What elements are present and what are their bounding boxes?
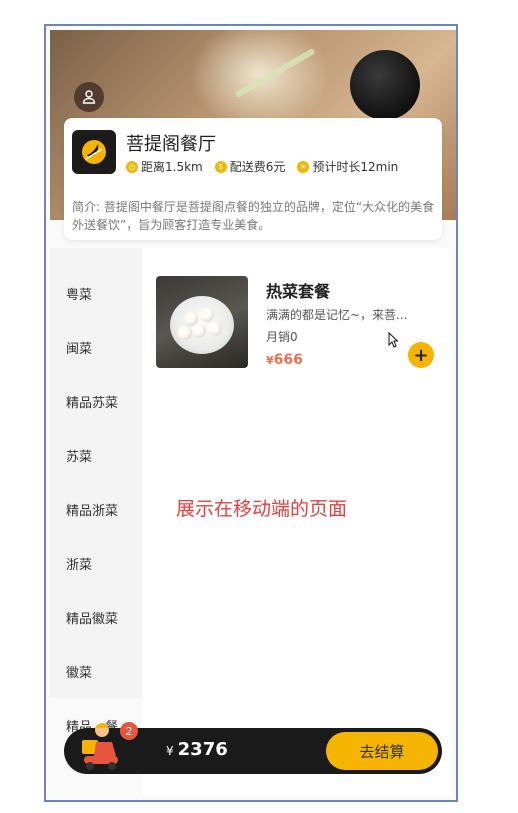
user-icon[interactable] — [74, 82, 104, 112]
eta-info: ➤ 预计时长12min — [297, 158, 398, 175]
mouse-pointer-icon — [388, 332, 398, 348]
dish-price: ¥666 — [266, 352, 303, 368]
distance-label: 距离1.5km — [141, 160, 203, 174]
dish-description: 满满的都是记忆~，来菩... — [266, 308, 408, 322]
dish-sales: 月销0 — [266, 330, 298, 344]
navigation-icon: ➤ — [297, 160, 310, 173]
shop-meta: ◷ 距离1.5km $ 配送费6元 ➤ 预计时长12min — [126, 158, 398, 175]
sidebar-item-jingpin-sucai[interactable]: 精品苏菜 — [66, 392, 118, 411]
sidebar-item-yuecai[interactable]: 粤菜 — [66, 284, 92, 303]
dish-image[interactable] — [156, 276, 248, 368]
total-currency: ¥ — [166, 744, 174, 758]
money-bag-icon: $ — [214, 160, 227, 173]
category-sidebar: 粤菜 闽菜 精品苏菜 苏菜 精品浙菜 浙菜 精品徽菜 徽菜 精品…餐 — [50, 248, 142, 735]
sidebar-item-mincai[interactable]: 闽菜 — [66, 338, 92, 357]
shop-name: 菩提阁餐厅 — [126, 134, 216, 155]
shop-logo-icon — [72, 130, 116, 174]
cart-bar: 2 ¥2376 去结算 — [64, 722, 442, 774]
phone-frame: 菩提阁餐厅 ◷ 距离1.5km $ 配送费6元 ➤ 预计时长12min 简介: … — [44, 24, 458, 802]
cart-total: ¥2376 — [166, 739, 228, 760]
distance-info: ◷ 距离1.5km — [126, 158, 203, 175]
add-to-cart-button[interactable]: + — [408, 342, 434, 368]
total-value: 2376 — [177, 739, 228, 760]
shop-intro: 简介: 菩提阁中餐厅是菩提阁点餐的独立的品牌，定位“大众化的美食外送餐饮”，旨为… — [72, 200, 435, 232]
sidebar-item-jingpin-zhecai[interactable]: 精品浙菜 — [66, 500, 118, 519]
fee-info: $ 配送费6元 — [214, 158, 286, 175]
price-value: 666 — [273, 352, 303, 368]
sidebar-item-jingpin-huicai[interactable]: 精品徽菜 — [66, 608, 118, 627]
checkout-button[interactable]: 去结算 — [326, 732, 438, 770]
fee-label: 配送费6元 — [229, 160, 286, 174]
sidebar-item-sucai[interactable]: 苏菜 — [66, 446, 92, 465]
sidebar-item-zhecai[interactable]: 浙菜 — [66, 554, 92, 573]
cart-count-badge: 2 — [120, 722, 138, 740]
shop-info-card: 菩提阁餐厅 ◷ 距离1.5km $ 配送费6元 ➤ 预计时长12min 简介: … — [64, 118, 442, 240]
clock-icon: ◷ — [126, 160, 138, 173]
caption-text: 展示在移动端的页面 — [176, 498, 348, 520]
sidebar-item-huicai[interactable]: 徽菜 — [66, 662, 92, 681]
eta-label: 预计时长12min — [312, 160, 399, 174]
price-currency: ¥ — [266, 354, 274, 367]
delivery-person-icon[interactable] — [78, 720, 124, 772]
dish-title: 热菜套餐 — [266, 282, 331, 301]
dish-list: 热菜套餐 满满的都是记忆~，来菩... 月销0 ¥666 + 展示在移动端的页面 — [142, 248, 452, 796]
